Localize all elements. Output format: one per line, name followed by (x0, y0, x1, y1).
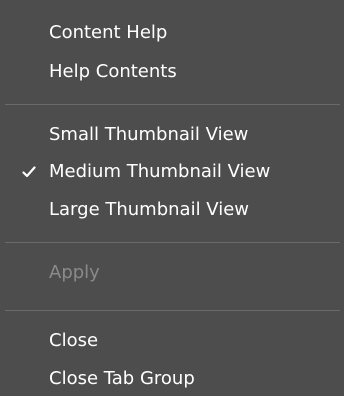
menu-item-label: Small Thumbnail View (49, 124, 249, 145)
menu-item-label: Large Thumbnail View (49, 199, 250, 220)
menu-edge (344, 0, 348, 396)
menu-item-content-help[interactable]: Content Help (0, 18, 344, 48)
menu-item-close-tab-group[interactable]: Close Tab Group (0, 364, 344, 394)
menu-item-apply: Apply (0, 258, 344, 288)
menu-item-label: Medium Thumbnail View (49, 161, 271, 182)
menu-item-label: Close Tab Group (49, 368, 195, 389)
menu-separator (5, 104, 340, 105)
menu-item-label: Close (49, 330, 99, 351)
context-menu-panel: Content Help Help Contents Small Thumbna… (0, 0, 344, 396)
menu-separator (5, 242, 340, 243)
menu-item-label: Content Help (49, 22, 168, 43)
menu-item-label: Apply (49, 262, 100, 283)
menu-item-small-thumbnail-view[interactable]: Small Thumbnail View (0, 120, 344, 150)
menu-item-label: Help Contents (49, 61, 177, 82)
menu-item-help-contents[interactable]: Help Contents (0, 57, 344, 87)
menu-separator (5, 310, 340, 311)
checkmark-icon (20, 157, 38, 187)
menu-item-medium-thumbnail-view[interactable]: Medium Thumbnail View (0, 157, 344, 187)
menu-item-large-thumbnail-view[interactable]: Large Thumbnail View (0, 195, 344, 225)
menu-item-close[interactable]: Close (0, 326, 344, 356)
context-menu: Content Help Help Contents Small Thumbna… (0, 0, 348, 396)
